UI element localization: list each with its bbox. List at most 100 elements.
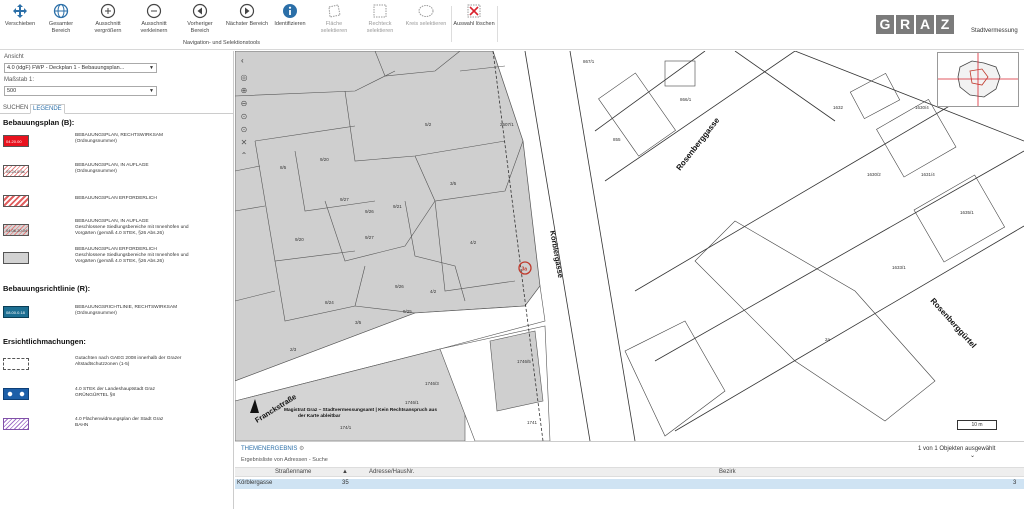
ansicht-select[interactable]: 4.0 (idgF) FWP - Deckplan 1 - Bebauungsp… (4, 63, 157, 73)
legend-line: BEBAUUNGSPLAN ERFORDERLICH (75, 196, 157, 201)
zoom-in-icon[interactable]: ⊕ (238, 85, 250, 96)
polygon-select-icon (328, 4, 341, 18)
previous-extent-button[interactable]: Vorheriger Bereich (178, 3, 222, 35)
street-label: Körblergasse (548, 230, 565, 279)
left-tabs: SUCHEN LEGENDE (0, 104, 234, 114)
legend-text: BEBAUUNGSPLAN, IN AUFLAGE Geschlossene Si… (75, 219, 235, 238)
parcel-number: 1746/3 (425, 381, 439, 386)
parcel-number: 1631/4 (921, 172, 935, 177)
parcel-number: 9/20 (295, 237, 304, 242)
zoom-in-icon (100, 3, 116, 19)
gear-icon[interactable]: ⚙ (299, 446, 304, 452)
globe-icon[interactable]: ◎ (238, 72, 250, 83)
table-row[interactable]: Körblergasse 35 3 (235, 479, 1024, 489)
legend-swatch-richtlinie: 08.00.0.18 (3, 306, 29, 318)
chevron-up-icon[interactable]: ⌃ (238, 150, 250, 161)
rectangle-select-button[interactable]: Rechteck selektieren (358, 3, 402, 35)
parcel-number: 9/27 (340, 197, 349, 202)
polygon-select-button[interactable]: Fläche selektieren (312, 3, 356, 35)
map-nav-tools: ◎ ⊕ ⊖ ⊙ ⊙ ✕ ⌃ (238, 72, 250, 163)
info-icon (283, 4, 297, 18)
parcel-number: 3/5 (450, 181, 457, 186)
legend-line: GRÜNGÜRTEL §8 (75, 393, 115, 399)
disclaimer-line: der Karte ableitbar (298, 413, 341, 419)
parcel-number: 1633/1 (892, 265, 906, 270)
parcel-number: 8/5 (280, 165, 287, 170)
magnifier-icon[interactable]: ⊙ (238, 124, 250, 135)
parcel-number: 1630/4 (915, 105, 929, 110)
identify-button[interactable]: Identifizieren (268, 3, 312, 28)
legend-line: (Ordnungsnummer) (75, 139, 117, 145)
parcel-number: 174/1 (340, 425, 352, 430)
column-header[interactable]: Straßenname (275, 469, 311, 475)
department-label: Stadtvermessung (971, 28, 1018, 34)
scale-bar: 10 m (957, 420, 997, 430)
move-button[interactable]: Verschieben (0, 3, 42, 28)
next-extent-label: Nächster Bereich (225, 21, 269, 27)
column-header[interactable]: Bezirk (719, 469, 736, 475)
chevron-down-icon: ▼ (149, 65, 154, 71)
ansicht-value: 4.0 (idgF) FWP - Deckplan 1 - Bebauungsp… (7, 65, 125, 71)
massstab-select[interactable]: 500 ▼ (4, 86, 157, 96)
legend-text: Gutachten nach GAEG 2008 innerhalb der G… (75, 356, 235, 368)
swatch-label: 04.20.00 (6, 139, 22, 144)
parcel-number: 3/5 (355, 320, 362, 325)
parcel-number: 867/1 (583, 59, 595, 64)
zoom-out-button[interactable]: Ausschnitt verkleinern (132, 3, 176, 35)
row-district: 3 (1013, 480, 1017, 486)
zoom-out-icon[interactable]: ⊖ (238, 98, 250, 109)
map-view[interactable]: Rosenberggasse Körblergasse Rosenberggür… (235, 51, 1024, 441)
parcel-number: 5/2 (425, 122, 432, 127)
parcel-number: 866/1 (680, 97, 692, 102)
ansicht-label: Ansicht (4, 54, 24, 60)
collapse-panel-icon[interactable]: ‹ (241, 56, 244, 65)
legend-line: Vorgärten (gemäß 4.0 STEK, §26 Abs.26) (75, 259, 164, 265)
section-bebauungsplan: Bebauungsplan (B): (3, 118, 75, 127)
clear-selection-button[interactable]: Auswahl löschen (452, 3, 496, 28)
logo-letter: R (896, 15, 914, 34)
overview-district-map (938, 53, 1018, 106)
next-icon (239, 3, 255, 19)
legend-swatch-in-auflage-siedlung: 04.06.20.04 (3, 224, 29, 236)
parcel-number: 9/26 (365, 209, 374, 214)
tab-suchen[interactable]: SUCHEN (3, 105, 28, 111)
swatch-label: 05.24.0.6s (6, 169, 25, 174)
massstab-value: 500 (7, 88, 17, 94)
legend-text: 4.0 STEK der Landeshauptstadt Graz GRÜNGÜ… (75, 387, 235, 399)
zoom-in-button[interactable]: Ausschnitt vergrößern (86, 3, 130, 35)
tab-legende[interactable]: LEGENDE (30, 104, 65, 114)
circle-select-button[interactable]: Kreis selektieren (404, 3, 448, 28)
sort-asc-icon[interactable]: ▲ (342, 469, 348, 475)
row-number: 35 (342, 480, 349, 486)
rectangle-select-icon (373, 4, 387, 18)
parcel-number: 9/25 (403, 309, 412, 314)
circle-select-label: Kreis selektieren (405, 21, 447, 27)
column-header[interactable]: Adresse/HausNr. (369, 469, 414, 475)
selection-count-label: 1 von 1 Objekten ausgewählt (918, 446, 996, 452)
massstab-label: Maßstab 1: (4, 77, 35, 83)
chevron-down-icon: ▼ (149, 88, 154, 94)
tab-themenergebnis[interactable]: THEMENERGEBNIS ⚙ (241, 445, 304, 452)
selection-count: 1 von 1 Objekten ausgewählt ⌄ (918, 446, 1024, 459)
identify-label: Identifizieren (274, 21, 306, 27)
magnifier-icon[interactable]: ⊙ (238, 111, 250, 122)
next-extent-button[interactable]: Nächster Bereich (225, 3, 269, 28)
previous-extent-label: Vorheriger Bereich (187, 21, 213, 34)
legend-swatch-gruenguertel (3, 388, 29, 400)
chevron-down-icon[interactable]: ⌄ (970, 453, 975, 459)
full-extent-icon[interactable]: ✕ (238, 137, 250, 148)
previous-icon (192, 3, 208, 19)
overview-map[interactable] (937, 52, 1019, 107)
cadastral-map: Rosenberggasse Körblergasse Rosenberggür… (235, 51, 1024, 441)
tab-themenergebnis-label: THEMENERGEBNIS (241, 446, 298, 452)
street-label: Rosenberggürtel (929, 296, 979, 350)
parcel-number: 855 (613, 137, 621, 142)
move-icon (13, 4, 27, 18)
swatch-label: 04.06.20.04 (6, 228, 28, 233)
graz-logo: G R A Z (876, 15, 954, 34)
section-ersichtlichmachungen: Ersichtlichmachungen: (3, 337, 86, 346)
full-extent-button[interactable]: Gesamter Bereich (39, 3, 83, 35)
parcel-number: 1746/1 (405, 400, 419, 405)
results-subtitle: Ergebnisliste von Adressen - Suche (241, 457, 328, 463)
legend-text: BEBAUUNGSPLAN, IN AUFLAGE (Ordnungsnummer… (75, 163, 235, 175)
